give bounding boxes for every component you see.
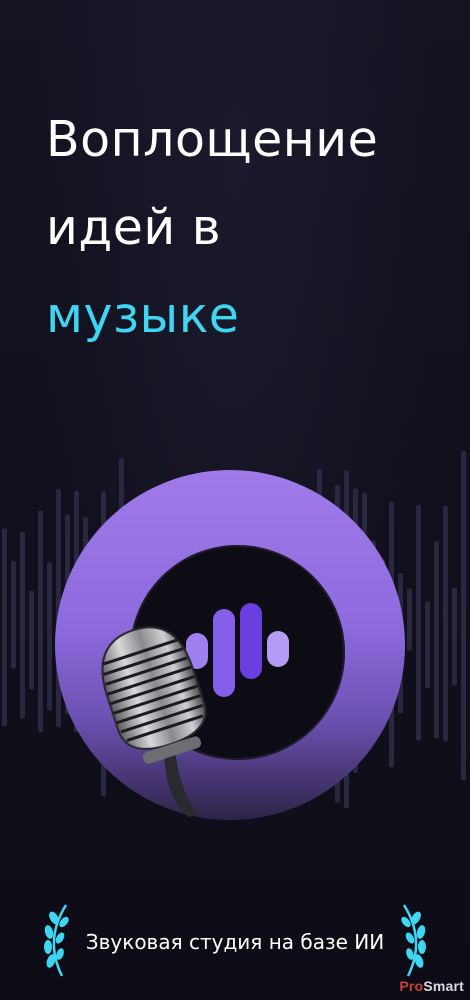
headline: Воплощение идей в музыке <box>46 96 378 360</box>
watermark-logo: ProSmart <box>399 978 464 994</box>
wave-bar <box>2 528 7 727</box>
wave-bar <box>20 532 25 719</box>
watermark-pro: Pro <box>399 978 424 994</box>
wave-bar <box>416 504 421 741</box>
microphone-icon <box>101 626 207 818</box>
laurel-right-icon <box>401 904 426 977</box>
wave-bar <box>407 588 412 651</box>
headline-line-1: Воплощение <box>46 111 379 168</box>
footer-badge: Звуковая студия на базе ИИ <box>0 900 470 980</box>
wave-bar <box>38 510 43 733</box>
wave-bar <box>452 587 457 686</box>
wave-bar <box>425 601 430 689</box>
wave-bar <box>11 560 16 669</box>
wave-bar <box>443 505 448 742</box>
wave-bar <box>434 541 439 739</box>
wave-bar <box>47 562 52 711</box>
watermark-smart: Smart <box>423 978 464 994</box>
headline-line-2: идей в <box>46 199 222 256</box>
headline-line-3: музыке <box>46 287 240 344</box>
wave-bar <box>461 451 466 781</box>
wave-bar <box>29 590 34 690</box>
